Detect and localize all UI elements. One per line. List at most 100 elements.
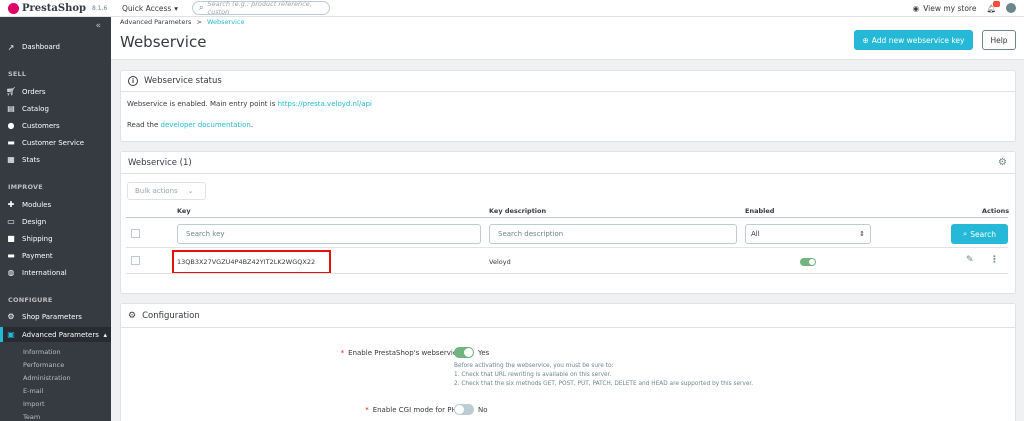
sidebar-item-design[interactable]: ▭ Design	[0, 216, 111, 227]
sidebar-subitem-information[interactable]: Information	[23, 348, 61, 356]
row-divider	[126, 273, 1008, 274]
row-enabled-toggle[interactable]	[800, 258, 816, 266]
api-entry-link[interactable]: https://presta.veloyd.nl/api	[278, 100, 372, 108]
page-title: Webservice	[120, 33, 207, 51]
settings-icon: ⚙	[128, 310, 137, 321]
collapse-sidebar-icon[interactable]: «	[95, 21, 101, 31]
enable-webservice-text: Enable PrestaShop's webservice	[348, 349, 461, 357]
header-search-input[interactable]: ⌕ Search (e.g.: product reference, custo…	[192, 0, 331, 16]
sidebar-item-payment[interactable]: ▬ Payment	[0, 250, 111, 261]
cgi-mode-switch[interactable]	[454, 404, 474, 415]
filter-key-input[interactable]: Search key	[177, 224, 481, 244]
info-icon: i	[128, 76, 138, 86]
gear-icon[interactable]: ⚙	[998, 157, 1007, 168]
sidebar-item-modules[interactable]: ✚ Modules	[0, 199, 111, 210]
add-circle-icon: ⊕	[862, 35, 869, 45]
search-icon: ⌕	[963, 229, 968, 238]
sidebar-item-label: Dashboard	[22, 43, 60, 51]
filter-description-input[interactable]: Search description	[489, 224, 737, 244]
page-header: Advanced Parameters > Webservice Webserv…	[111, 17, 1024, 60]
sidebar-item-shipping[interactable]: ■ Shipping	[0, 233, 111, 244]
panel-heading: Webservice (1)	[121, 152, 1015, 174]
sidebar-item-label: Payment	[22, 251, 53, 260]
chat-icon: ▬	[7, 138, 15, 147]
cgi-mode-label: * Enable CGI mode for PHP	[271, 406, 461, 414]
breadcrumb-parent[interactable]: Advanced Parameters	[120, 18, 191, 26]
required-marker: *	[340, 349, 345, 357]
config-panel-title: Configuration	[142, 310, 200, 321]
sidebar-subitem-team[interactable]: Team	[23, 413, 40, 421]
caret-down-icon: ▾	[174, 3, 179, 13]
select-all-checkbox[interactable]	[131, 229, 140, 238]
globe-icon: ◍	[7, 268, 15, 277]
help-text-line: Before activating the webservice, you mu…	[454, 363, 614, 369]
sidebar-item-label: Stats	[22, 155, 40, 164]
puzzle-icon: ✚	[7, 200, 15, 209]
stats-icon: ▦	[7, 155, 15, 164]
header-divider	[126, 217, 1008, 218]
enable-webservice-switch[interactable]	[454, 347, 474, 358]
sidebar-item-shop-parameters[interactable]: ⚙ Shop Parameters	[0, 311, 111, 322]
sidebar-subitem-performance[interactable]: Performance	[23, 361, 64, 369]
notifications-button[interactable]: 🔔︎	[986, 0, 1000, 13]
cgi-mode-text: Enable CGI mode for PHP	[372, 406, 461, 414]
bulk-actions-dropdown[interactable]: Bulk actions ⌄	[127, 182, 206, 200]
sidebar-item-stats[interactable]: ▦ Stats	[0, 154, 111, 165]
sidebar-section-sell: SELL	[8, 70, 27, 78]
sidebar-subitem-administration[interactable]: Administration	[23, 374, 71, 382]
sidebar-item-label: Design	[22, 217, 47, 226]
version-label: 8.1.6	[92, 4, 108, 12]
sidebar-item-dashboard[interactable]: ↗ Dashboard	[0, 41, 111, 53]
brand-logo[interactable]: PrestaShop 8.1.6	[0, 2, 110, 14]
chevron-down-icon: ⌄	[187, 187, 194, 195]
truck-icon: ■	[7, 234, 15, 243]
store-icon: ▤	[7, 104, 15, 113]
row-description-cell[interactable]: Veloyd	[489, 258, 511, 266]
sidebar-item-international[interactable]: ◍ International	[0, 267, 111, 278]
webservice-status-panel: i Webservice status Webservice is enable…	[120, 70, 1016, 142]
sidebar-item-label: Customer Service	[22, 138, 85, 147]
sidebar-item-customers[interactable]: ● Customers	[0, 120, 111, 131]
search-button-label: Search	[970, 229, 996, 239]
sidebar-item-advanced-parameters[interactable]: ▣ Advanced Parameters ▴	[0, 327, 111, 342]
column-header-key[interactable]: Key	[177, 207, 191, 215]
search-button[interactable]: ⌕ Search	[951, 224, 1008, 244]
more-options-icon[interactable]: ⋮	[990, 255, 999, 265]
webservice-list-panel: Webservice (1) ⚙ Bulk actions ⌄ Key Key …	[120, 151, 1016, 294]
header-search-placeholder: Search (e.g.: product reference, custon	[207, 0, 312, 16]
column-header-description[interactable]: Key description	[489, 207, 546, 215]
sidebar-subitem-email[interactable]: E-mail	[23, 387, 43, 395]
trend-icon: ↗	[7, 42, 15, 52]
sidebar-subitem-import[interactable]: Import	[23, 400, 45, 408]
developer-docs-link[interactable]: developer documentation	[161, 121, 251, 129]
breadcrumb-current[interactable]: Webservice	[207, 18, 244, 26]
switch-knob	[464, 348, 473, 357]
active-indicator	[0, 327, 3, 342]
help-button[interactable]: Help	[982, 30, 1016, 50]
add-button-label: Add new webservice key	[871, 35, 965, 45]
status-line-1: Webservice is enabled. Main entry point …	[127, 100, 372, 108]
edit-pencil-icon[interactable]: ✎	[966, 255, 974, 265]
eye-icon: ◉	[912, 3, 920, 13]
select-arrows-icon: ⇕	[859, 230, 865, 238]
cgi-mode-value: No	[478, 406, 488, 414]
filter-enabled-select[interactable]: All ⇕	[745, 224, 871, 244]
breadcrumb-separator: >	[196, 18, 202, 26]
sidebar-item-catalog[interactable]: ▤ Catalog	[0, 103, 111, 114]
status-line-2: Read the developer documentation.	[127, 121, 253, 129]
view-store-link[interactable]: ◉ View my store	[913, 4, 977, 13]
account-icon: ●	[7, 121, 15, 130]
sidebar-item-customer-service[interactable]: ▬ Customer Service	[0, 137, 111, 148]
add-webservice-key-button[interactable]: ⊕ Add new webservice key	[854, 30, 973, 50]
help-text-line: 2. Check that the six methods GET, POST,…	[454, 381, 754, 387]
list-panel-title: Webservice (1)	[128, 157, 192, 168]
sidebar-item-label: Customers	[22, 121, 60, 130]
row-checkbox[interactable]	[131, 256, 140, 265]
bulk-actions-label: Bulk actions	[135, 187, 178, 195]
filter-key-placeholder: Search key	[186, 230, 225, 238]
sidebar-item-orders[interactable]: 🛒︎ Orders	[0, 86, 111, 97]
desktop-icon: ▭	[7, 217, 15, 226]
column-header-enabled[interactable]: Enabled	[745, 207, 774, 215]
user-avatar-icon[interactable]	[1006, 3, 1016, 13]
quick-access-menu[interactable]: Quick Access ▾	[122, 4, 178, 13]
